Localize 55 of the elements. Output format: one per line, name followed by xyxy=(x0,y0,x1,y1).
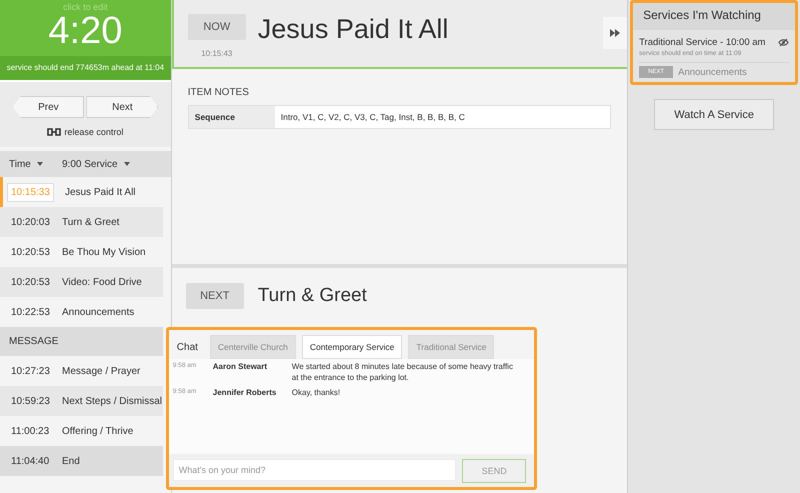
service-status: service should end 774653m ahead at 11:04 xyxy=(0,56,171,80)
timer-hint: click to edit xyxy=(62,1,109,12)
release-control-link[interactable]: release control xyxy=(64,127,124,137)
item-time: 10:15:33 xyxy=(7,182,54,202)
service-dropdown[interactable]: 9:00 Service xyxy=(62,158,130,170)
message-input[interactable]: What's on your mind? xyxy=(172,459,456,481)
message-text: Okay, thanks! xyxy=(292,387,342,398)
next-item-title: Announcements xyxy=(678,66,747,78)
release-icon xyxy=(47,127,62,137)
plan-item[interactable]: 11:04:40 End xyxy=(0,446,163,476)
item-time: 11:00:23 xyxy=(11,426,50,436)
item-title: Announcements xyxy=(62,306,134,318)
item-title: MESSAGE xyxy=(9,336,58,347)
item-time: 10:59:23 xyxy=(11,396,51,406)
now-title: Jesus Paid It All xyxy=(258,14,448,44)
chat-tab[interactable]: Contemporary Service xyxy=(302,335,402,359)
item-title: End xyxy=(62,456,80,466)
prev-button[interactable]: Prev xyxy=(12,96,84,118)
chat-label: Chat xyxy=(176,342,199,355)
item-title: Offering / Thrive xyxy=(62,426,134,436)
item-time: 10:27:23 xyxy=(11,366,51,376)
notes-value: Intro, V1, C, V2, C, V3, C, Tag, Inst, B, B, B, B, C xyxy=(280,112,465,122)
message-author: Aaron Stewart xyxy=(212,362,268,373)
watching-title: Services I'm Watching xyxy=(633,3,796,30)
now-badge: NOW xyxy=(188,14,246,40)
next-title: Turn & Greet xyxy=(258,285,367,308)
next-badge: NEXT xyxy=(186,283,244,310)
caret-icon xyxy=(36,162,43,166)
fast-forward-button[interactable] xyxy=(603,17,628,49)
item-time: 10:22:53 xyxy=(11,306,51,318)
time-dropdown[interactable]: Time xyxy=(9,158,62,170)
service-name: Traditional Service - 10:00 am xyxy=(639,37,766,48)
notes-heading: ITEM NOTES xyxy=(188,87,250,98)
item-title: Jesus Paid It All xyxy=(64,186,136,198)
item-title: Next Steps / Dismissal xyxy=(62,396,162,406)
plan-item[interactable]: 10:59:23 Next Steps / Dismissal xyxy=(0,386,163,416)
notes-label: Sequence xyxy=(188,106,275,128)
plan-item[interactable]: 10:20:53 Video: Food Drive xyxy=(0,267,163,297)
item-title: Be Thou My Vision xyxy=(62,246,146,258)
item-time: 11:04:40 xyxy=(11,456,50,466)
watch-service-button[interactable]: Watch A Service xyxy=(654,99,774,130)
message-text: We started about 8 minutes late because of some heavy traffic at the entrance to the parking lot. xyxy=(292,361,514,383)
now-time: 10:15:43 xyxy=(201,49,232,58)
message-author: Jennifer Roberts xyxy=(212,388,278,398)
plan-item[interactable]: 10:20:03 Turn & Greet xyxy=(0,207,163,237)
hidden-eye-icon[interactable] xyxy=(778,38,790,47)
item-time: 10:20:53 xyxy=(11,246,51,258)
item-time: 10:20:03 xyxy=(11,216,51,228)
next-button[interactable]: Next xyxy=(86,96,158,118)
fast-forward-icon xyxy=(609,28,622,38)
caret-icon xyxy=(124,162,130,166)
item-title: Video: Food Drive xyxy=(62,276,142,288)
item-title: Turn & Greet xyxy=(62,216,120,228)
item-time: 10:20:53 xyxy=(11,276,51,288)
item-title: Message / Prayer xyxy=(62,366,140,376)
